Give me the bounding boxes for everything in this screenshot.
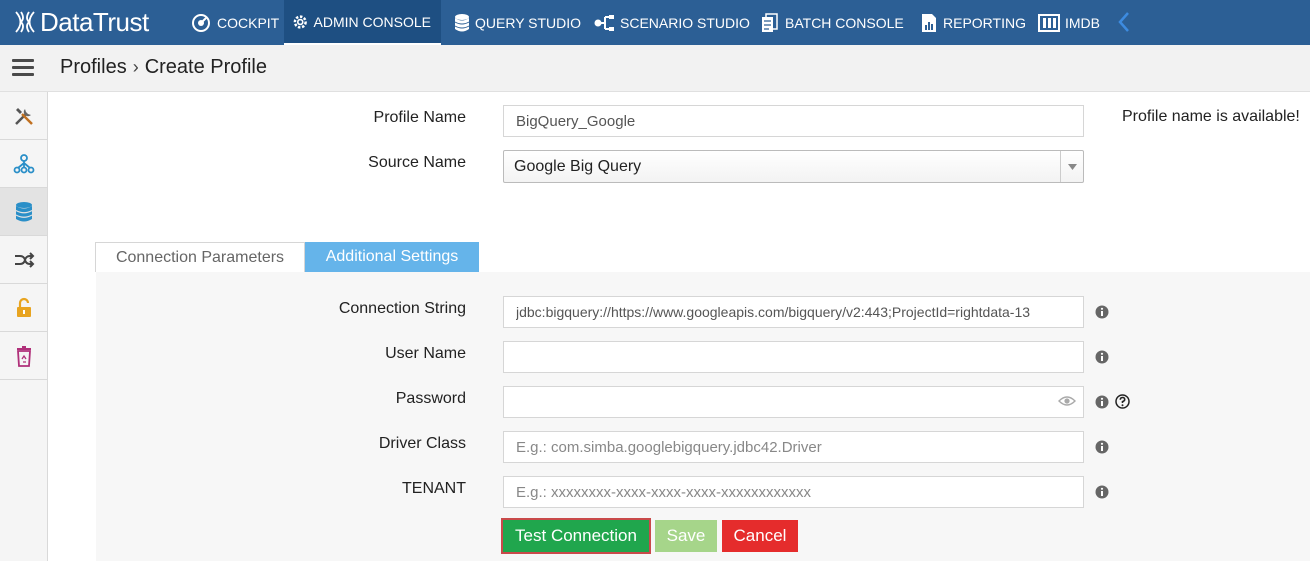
info-icon[interactable] (1095, 350, 1109, 364)
nav-item-label: QUERY STUDIO (475, 14, 582, 31)
breadcrumb: Profiles › Create Profile (60, 56, 267, 79)
nav-item-query-studio[interactable]: QUERY STUDIO (446, 0, 591, 45)
brand-name: DataTrust (40, 6, 149, 37)
tab-additional-settings[interactable]: Additional Settings (305, 242, 479, 272)
test-connection-button[interactable]: Test Connection (501, 518, 651, 554)
page-header: Profiles › Create Profile (0, 45, 1310, 92)
batch-icon (762, 12, 778, 32)
left-sidebar (0, 92, 48, 561)
nav-item-reporting[interactable]: REPORTING (912, 0, 1036, 45)
cockpit-icon (192, 13, 210, 32)
nav-item-label: IMDB (1065, 14, 1100, 31)
tenant-label: TENANT (402, 480, 466, 497)
profile-name-status: Profile name is available! (1122, 108, 1300, 125)
eye-icon[interactable] (1058, 394, 1076, 408)
profile-name-input[interactable] (503, 105, 1084, 137)
save-button[interactable]: Save (655, 520, 717, 552)
nav-item-label: BATCH CONSOLE (785, 14, 904, 31)
create-profile-form: Profile Name Profile name is available! … (48, 92, 1310, 561)
nav-item-cockpit[interactable]: COCKPIT (182, 0, 289, 45)
nav-item-label: SCENARIO STUDIO (620, 14, 750, 31)
dropdown-arrow-icon[interactable] (1060, 151, 1083, 182)
user-name-label: User Name (385, 345, 466, 362)
info-icon[interactable] (1095, 440, 1109, 454)
datatrust-logo-icon (15, 11, 35, 33)
database-icon (15, 201, 32, 221)
gear-icon (293, 14, 307, 29)
sidebar-item-network[interactable] (0, 140, 47, 188)
breadcrumb-parent[interactable]: Profiles (60, 56, 127, 79)
nav-item-admin-console[interactable]: ADMIN CONSOLE (284, 0, 441, 45)
driver-class-label: Driver Class (378, 435, 466, 452)
imdb-icon (1038, 13, 1060, 32)
nav-item-label: REPORTING (943, 14, 1026, 31)
brand[interactable]: DataTrust (12, 6, 149, 38)
recycle-bin-icon (16, 345, 31, 367)
connection-string-label: Connection String (338, 300, 466, 317)
info-icon[interactable] (1095, 305, 1109, 319)
user-name-input[interactable] (503, 341, 1084, 373)
tools-icon (14, 107, 33, 125)
breadcrumb-separator: › (132, 57, 139, 77)
scenario-icon (594, 14, 614, 31)
source-name-select[interactable]: Google Big Query (503, 150, 1084, 183)
report-icon (922, 13, 936, 32)
shuffle-icon (14, 251, 34, 268)
top-navigation-bar: DataTrust COCKPIT ADMIN CONSOLE QUERY ST… (0, 0, 1310, 45)
sidebar-item-unlock[interactable] (0, 284, 47, 332)
nav-item-imdb[interactable]: IMDB (1030, 0, 1110, 45)
info-icon[interactable] (1095, 485, 1109, 499)
connection-string-input[interactable] (503, 296, 1084, 328)
info-icon[interactable] (1095, 395, 1109, 409)
sidebar-item-recycle-bin[interactable] (0, 332, 47, 380)
source-name-label: Source Name (368, 154, 466, 171)
breadcrumb-current: Create Profile (144, 56, 267, 78)
nav-item-label: ADMIN CONSOLE (313, 13, 431, 30)
tenant-input[interactable] (503, 476, 1084, 508)
profile-name-label: Profile Name (373, 109, 466, 126)
password-input[interactable] (503, 386, 1084, 418)
nav-item-scenario-studio[interactable]: SCENARIO STUDIO (585, 0, 760, 45)
unlock-icon (16, 297, 31, 317)
source-name-selected: Google Big Query (514, 157, 642, 175)
network-icon (13, 153, 34, 173)
hamburger-menu-icon[interactable] (12, 59, 34, 77)
tab-connection-parameters[interactable]: Connection Parameters (95, 242, 305, 272)
nav-item-batch-console[interactable]: BATCH CONSOLE (752, 0, 914, 45)
sidebar-item-database[interactable] (0, 188, 47, 236)
nav-item-label: COCKPIT (217, 14, 280, 31)
driver-class-input[interactable] (503, 431, 1084, 463)
password-label: Password (395, 390, 466, 407)
sidebar-item-tools[interactable] (0, 92, 47, 140)
cancel-button[interactable]: Cancel (722, 520, 798, 552)
sidebar-item-shuffle[interactable] (0, 236, 47, 284)
database-icon (454, 13, 470, 31)
question-icon[interactable] (1115, 394, 1130, 409)
chevron-left-icon[interactable] (1117, 11, 1131, 33)
